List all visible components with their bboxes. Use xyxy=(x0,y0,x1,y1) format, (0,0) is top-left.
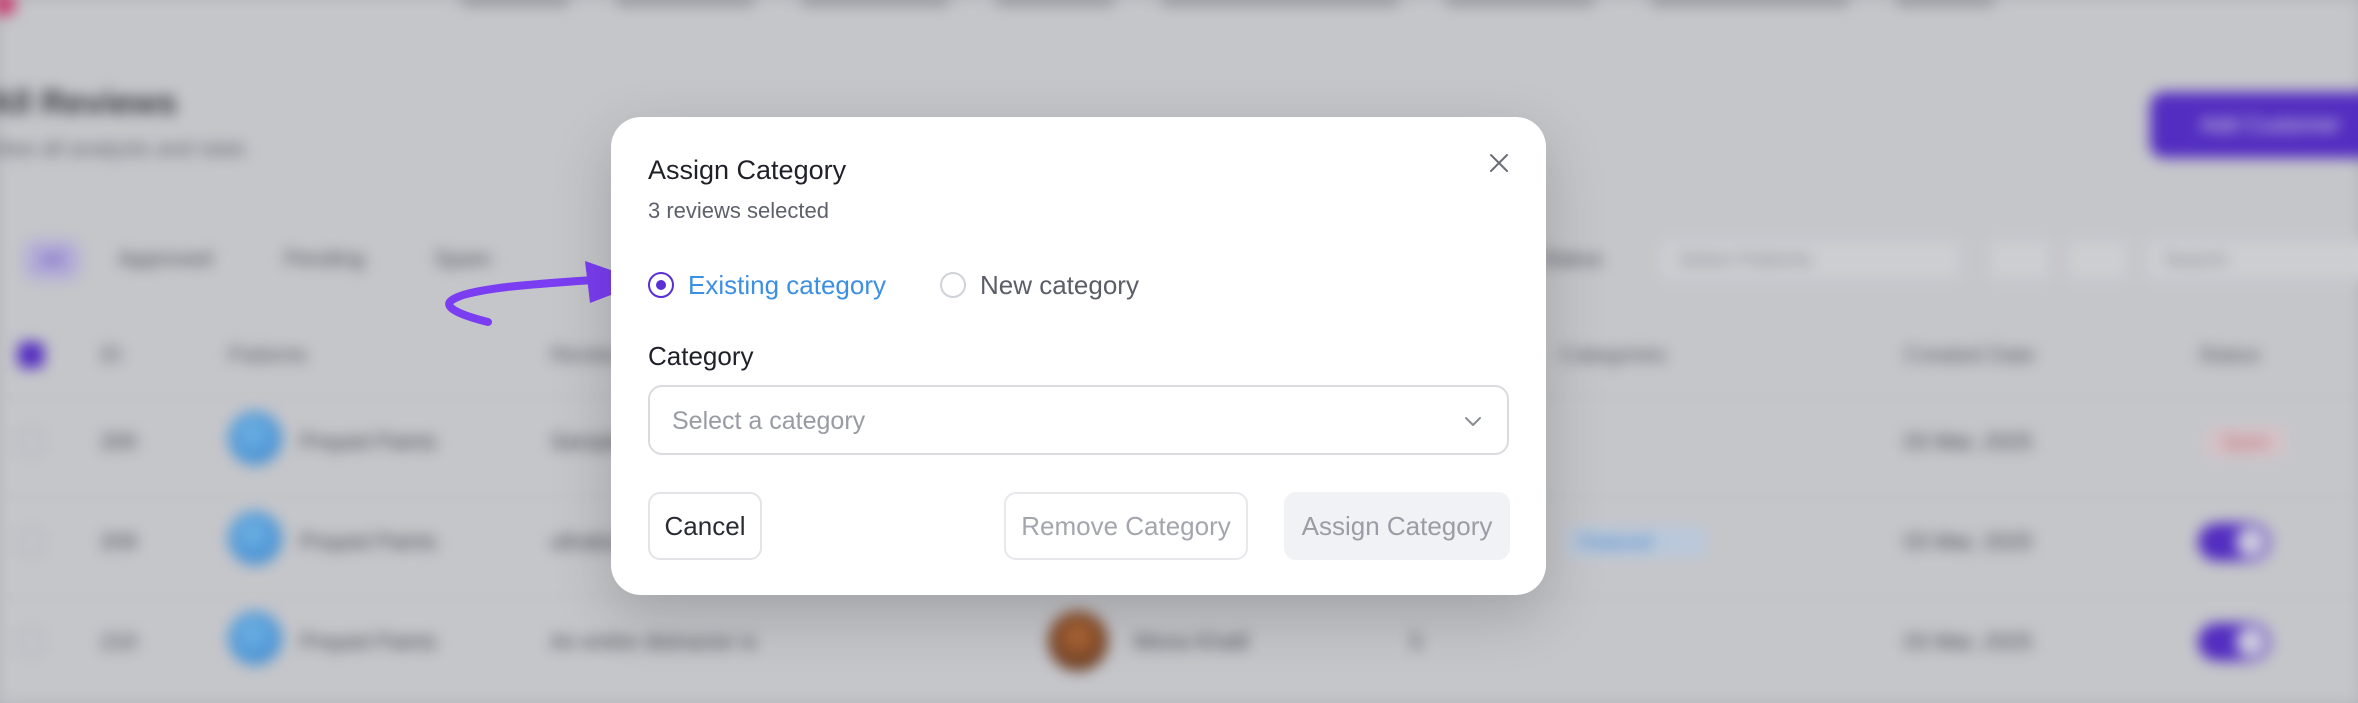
new-category-label[interactable]: New category xyxy=(980,270,1139,301)
dialog-subtitle: 3 reviews selected xyxy=(648,198,829,223)
close-icon xyxy=(1490,154,1508,172)
existing-category-radio[interactable] xyxy=(648,272,674,298)
cancel-button[interactable]: Cancel xyxy=(648,492,762,560)
existing-category-option[interactable]: Existing category xyxy=(648,270,886,301)
assign-category-button[interactable]: Assign Category xyxy=(1284,492,1510,560)
existing-category-label[interactable]: Existing category xyxy=(688,270,886,301)
category-select-placeholder: Select a category xyxy=(672,407,866,435)
new-category-radio[interactable] xyxy=(939,272,966,298)
close-button[interactable] xyxy=(1479,143,1519,183)
dialog-title: Assign Category xyxy=(648,155,847,185)
chevron-down-icon xyxy=(1465,417,1481,426)
category-mode-radio-group: Existing category New category xyxy=(648,265,1193,305)
category-select[interactable]: Select a category xyxy=(648,385,1509,455)
new-category-option[interactable]: New category xyxy=(939,270,1139,301)
assign-category-dialog: Assign Category 3 reviews selected Exist… xyxy=(611,117,1546,595)
category-field-label: Category xyxy=(648,341,754,371)
remove-category-button[interactable]: Remove Category xyxy=(1004,492,1248,560)
